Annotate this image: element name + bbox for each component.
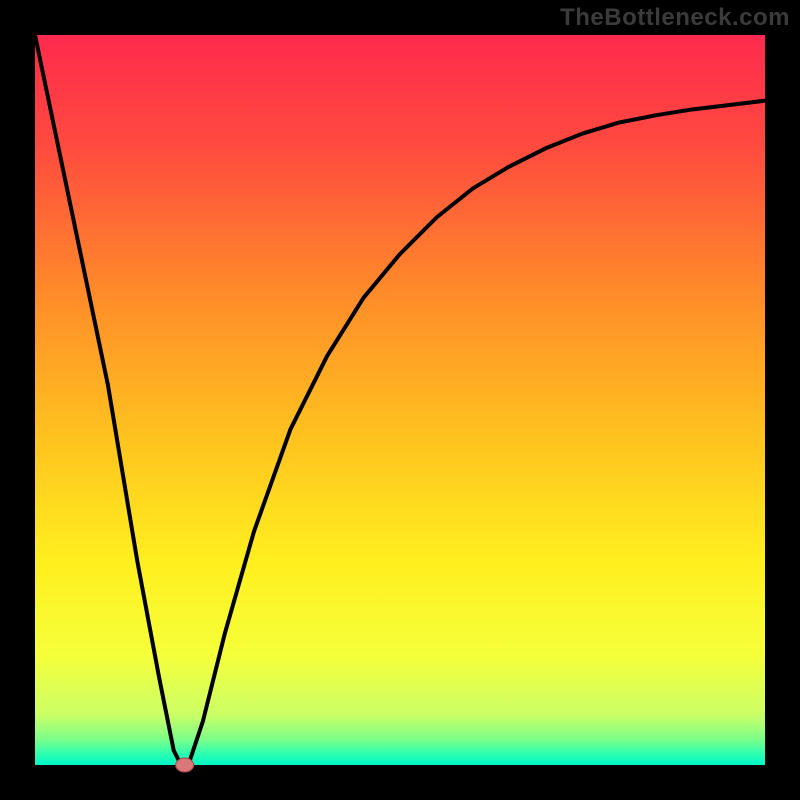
chart-frame: TheBottleneck.com <box>0 0 800 800</box>
optimal-point-marker <box>176 758 194 772</box>
plot-background <box>35 35 765 765</box>
bottleneck-chart <box>0 0 800 800</box>
